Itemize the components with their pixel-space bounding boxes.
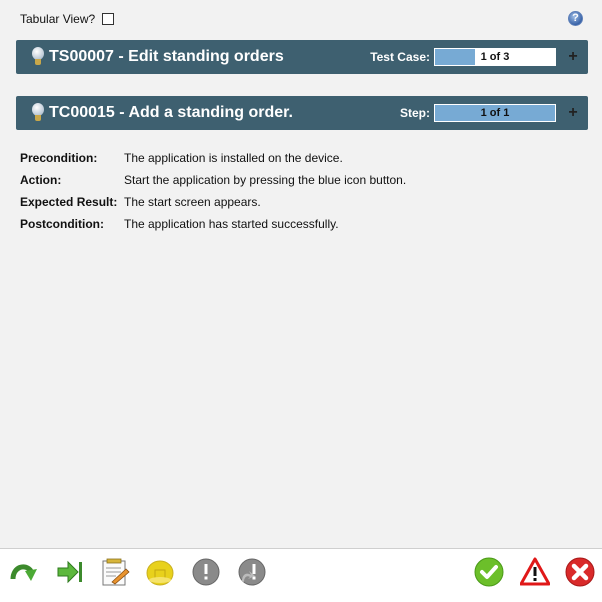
- progress-text: 1 of 1: [480, 107, 510, 119]
- redo-button[interactable]: [9, 557, 39, 587]
- detail-row-precondition: Precondition: The application is install…: [20, 147, 406, 169]
- test-suite-title: TS00007 - Edit standing orders: [49, 48, 284, 65]
- detail-value: The application is installed on the devi…: [124, 151, 343, 165]
- bottom-toolbar: [0, 548, 602, 602]
- skip-to-end-icon: [57, 560, 82, 584]
- test-case-progress-bar[interactable]: 1 of 3: [434, 48, 556, 66]
- skip-blocked-button[interactable]: [237, 557, 267, 587]
- tabular-view-label: Tabular View?: [20, 12, 96, 26]
- notepad-edit-icon: [102, 558, 130, 586]
- step-details: Precondition: The application is install…: [20, 147, 406, 235]
- detail-row-action: Action: Start the application by pressin…: [20, 169, 406, 191]
- test-case-progress-label: Test Case:: [370, 50, 430, 64]
- edit-notes-button[interactable]: [100, 557, 130, 587]
- lightbulb-icon: [31, 47, 45, 67]
- progress-text: 1 of 3: [480, 51, 510, 63]
- tabular-view-checkbox[interactable]: [102, 13, 115, 25]
- detail-value: The start screen appears.: [124, 195, 261, 209]
- step-progress-label: Step:: [400, 106, 430, 120]
- test-suite-header: TS00007 - Edit standing orders Test Case…: [16, 40, 588, 74]
- help-icon[interactable]: ?: [568, 11, 583, 26]
- expand-plus-icon[interactable]: +: [558, 48, 588, 66]
- pass-button[interactable]: [474, 557, 504, 587]
- warning-button[interactable]: [519, 557, 551, 587]
- exclamation-gray-icon: [192, 558, 220, 586]
- warning-triangle-icon: [519, 557, 551, 586]
- exclamation-forward-icon: [238, 558, 266, 586]
- detail-value: Start the application by pressing the bl…: [124, 173, 407, 187]
- expand-plus-icon[interactable]: +: [558, 104, 588, 122]
- test-case-title: TC00015 - Add a standing order.: [49, 104, 293, 121]
- detail-row-expected-result: Expected Result: The start screen appear…: [20, 191, 406, 213]
- detail-key: Action:: [20, 173, 62, 187]
- detail-value: The application has started successfully…: [124, 217, 339, 231]
- step-progress-bar[interactable]: 1 of 1: [434, 104, 556, 122]
- fail-button[interactable]: [565, 557, 595, 587]
- redo-arrow-icon: [10, 564, 37, 581]
- check-pass-icon: [474, 557, 504, 587]
- fail-x-icon: [565, 557, 595, 587]
- detail-key: Precondition:: [20, 151, 98, 165]
- hard-hat-button[interactable]: [145, 557, 175, 587]
- test-case-header: TC00015 - Add a standing order. Step: 1 …: [16, 96, 588, 130]
- detail-row-postcondition: Postcondition: The application has start…: [20, 213, 406, 235]
- detail-key: Postcondition:: [20, 217, 104, 231]
- tabular-view-toggle: Tabular View?: [20, 12, 115, 26]
- detail-key: Expected Result:: [20, 195, 118, 209]
- hard-hat-icon: [146, 560, 174, 586]
- blocked-button[interactable]: [191, 557, 221, 587]
- skip-button[interactable]: [55, 557, 85, 587]
- lightbulb-icon: [31, 103, 45, 123]
